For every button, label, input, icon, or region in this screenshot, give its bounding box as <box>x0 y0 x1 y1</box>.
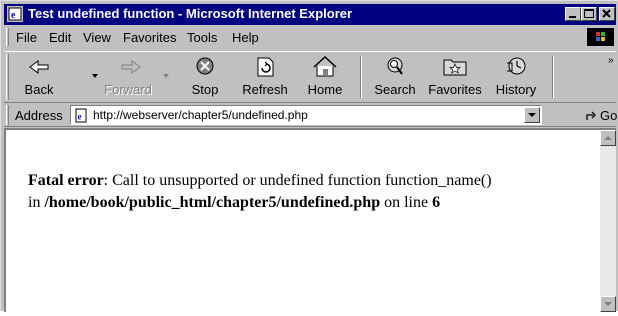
svg-text:e: e <box>78 112 82 122</box>
toolbar-separator-end <box>552 56 554 98</box>
back-arrow-icon <box>29 60 49 74</box>
search-label: Search <box>374 82 416 97</box>
refresh-label: Refresh <box>242 82 288 97</box>
home-label: Home <box>307 82 343 97</box>
menu-bar: File Edit View Favorites Tools Help <box>4 26 616 48</box>
minimize-icon <box>569 16 576 18</box>
title-bar[interactable]: e Test undefined function - Microsoft In… <box>4 4 616 25</box>
address-dropdown-button[interactable] <box>524 107 540 123</box>
addressbar-grip[interactable] <box>6 105 9 125</box>
go-label: Go <box>600 108 618 123</box>
page-icon: e <box>75 108 87 123</box>
toolbar-chevron-icon[interactable]: » <box>608 55 614 66</box>
home-button[interactable]: Home <box>302 54 348 100</box>
history-label: History <box>495 82 537 97</box>
windows-flag-icon <box>596 32 605 41</box>
toolbar-grip[interactable] <box>6 54 9 100</box>
browser-window: e Test undefined function - Microsoft In… <box>0 0 618 312</box>
maximize-button[interactable] <box>581 7 597 21</box>
scroll-down-button[interactable] <box>600 296 616 312</box>
back-dropdown-icon[interactable] <box>90 72 100 80</box>
refresh-icon <box>257 57 274 77</box>
maximize-icon <box>584 9 594 18</box>
scroll-down-icon <box>604 302 612 306</box>
favorites-label: Favorites <box>428 82 482 97</box>
history-icon <box>507 57 526 75</box>
refresh-button[interactable]: Refresh <box>238 54 292 100</box>
forward-dropdown-icon[interactable] <box>161 72 171 80</box>
address-input[interactable]: e http://webserver/chapter5/undefined.ph… <box>70 105 542 125</box>
forward-button[interactable]: Forward <box>100 54 156 100</box>
stop-icon <box>196 57 214 75</box>
error-message: Fatal error: Call to unsupported or unde… <box>28 170 588 214</box>
error-in-text: in <box>28 194 41 211</box>
favorites-button[interactable]: Favorites <box>424 54 486 100</box>
menu-edit[interactable]: Edit <box>49 30 71 45</box>
address-label: Address <box>15 108 63 123</box>
standard-toolbar: Back Forward Stop Refresh Home Search Fa… <box>4 51 616 103</box>
address-bar: Address e http://webserver/chapter5/unde… <box>4 103 618 127</box>
vertical-scrollbar[interactable] <box>600 130 616 312</box>
toolbar-separator <box>360 56 362 98</box>
menu-view[interactable]: View <box>83 30 111 45</box>
home-icon <box>313 55 337 77</box>
menu-help[interactable]: Help <box>232 30 259 45</box>
scroll-up-button[interactable] <box>600 130 616 146</box>
back-button[interactable]: Back <box>16 54 62 100</box>
window-title: Test undefined function - Microsoft Inte… <box>28 6 353 21</box>
back-label: Back <box>24 82 54 97</box>
address-url: http://webserver/chapter5/undefined.php <box>93 108 308 122</box>
error-on-line-text: on line <box>384 194 429 211</box>
close-icon <box>602 9 611 18</box>
go-arrow-icon <box>586 111 596 120</box>
close-button[interactable] <box>599 7 615 21</box>
svg-text:e: e <box>11 10 16 21</box>
search-icon <box>387 57 403 75</box>
forward-arrow-icon <box>121 60 141 74</box>
windows-logo <box>587 28 614 46</box>
ie-app-icon: e <box>7 6 23 22</box>
favorites-icon <box>443 59 467 76</box>
menu-tools[interactable]: Tools <box>187 30 217 45</box>
error-file-path: /home/book/public_html/chapter5/undefine… <box>44 194 381 211</box>
menubar-grip[interactable] <box>6 28 9 46</box>
chevron-down-icon <box>528 113 536 117</box>
stop-button[interactable]: Stop <box>184 54 226 100</box>
error-label: Fatal error <box>28 172 104 189</box>
stop-label: Stop <box>191 82 219 97</box>
error-line-number: 6 <box>432 194 441 211</box>
page-content: Fatal error: Call to unsupported or unde… <box>4 128 616 312</box>
search-button[interactable]: Search <box>370 54 420 100</box>
forward-label: Forward <box>104 82 152 97</box>
menu-file[interactable]: File <box>16 30 37 45</box>
scroll-up-icon <box>604 136 612 140</box>
error-text: : Call to unsupported or undefined funct… <box>103 172 492 189</box>
menu-favorites[interactable]: Favorites <box>123 30 176 45</box>
minimize-button[interactable] <box>565 7 581 21</box>
history-button[interactable]: History <box>490 54 542 100</box>
